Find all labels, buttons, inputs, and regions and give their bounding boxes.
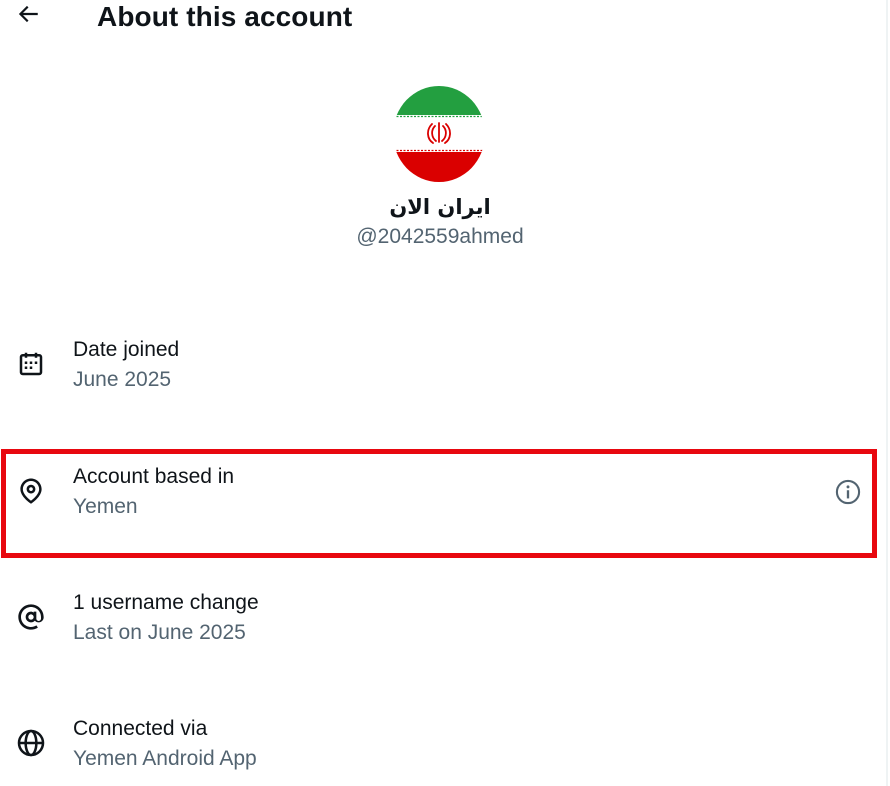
- info-row-date-joined: Date joined June 2025: [0, 330, 880, 430]
- display-name: ایران الان: [389, 195, 491, 219]
- connected-via-label: Connected via: [73, 717, 208, 740]
- iran-flag-avatar: [392, 86, 485, 182]
- connected-via-value: Yemen Android App: [73, 747, 257, 770]
- arrow-left-icon: [18, 5, 38, 23]
- globe-icon: [14, 726, 48, 760]
- username-change-value: Last on June 2025: [73, 621, 246, 644]
- highlight-box: [1, 449, 877, 558]
- page-header: About this account: [0, 0, 880, 40]
- date-joined-label: Date joined: [73, 338, 180, 361]
- info-row-connected-via: Connected via Yemen Android App: [0, 709, 880, 786]
- about-account-page: About this account ایران الان @2042559ah…: [0, 0, 890, 786]
- calendar-icon: [14, 347, 48, 381]
- username-change-label: 1 username change: [73, 591, 259, 614]
- page-title: About this account: [97, 1, 353, 32]
- info-row-username-change: 1 username change Last on June 2025: [0, 583, 880, 683]
- profile-summary: ایران الان @2042559ahmed: [0, 86, 880, 250]
- scrollbar-track[interactable]: [886, 0, 888, 786]
- at-sign-icon: [14, 600, 48, 634]
- date-joined-value: June 2025: [73, 368, 172, 391]
- back-button[interactable]: [8, 0, 48, 34]
- username-handle: @2042559ahmed: [356, 225, 524, 248]
- avatar[interactable]: [392, 86, 485, 182]
